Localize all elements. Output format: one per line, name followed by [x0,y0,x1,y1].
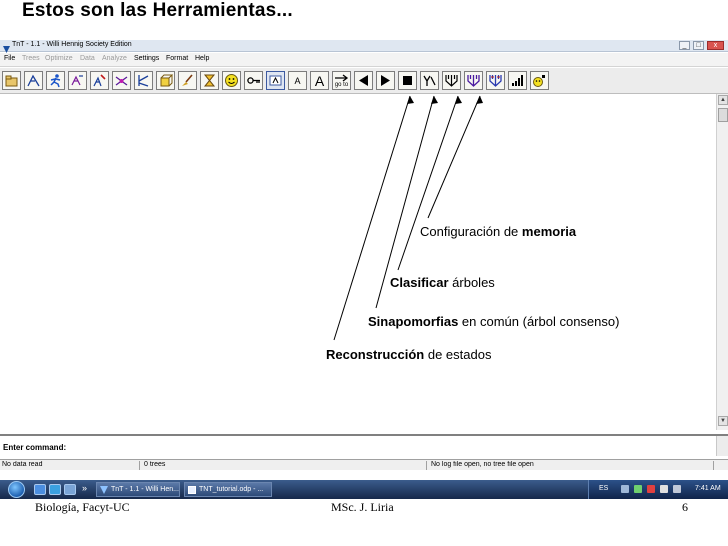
annotation-sort: Clasificar árboles [390,275,495,290]
menu-file[interactable]: File [4,55,15,62]
task-tnt-label: TnT - 1.1 - Willi Hen... [111,486,179,493]
menu-bar: File Trees Optimize Data Analyze Setting… [0,53,728,67]
font-a-icon[interactable]: A [288,71,307,90]
close-button[interactable]: x [707,41,724,50]
system-tray: ES 7:41 AM [588,480,728,499]
scroll-up-icon[interactable]: ▲ [718,95,728,105]
task-impress[interactable]: TNT_tutorial.odp - ... [184,482,272,497]
menu-analyze[interactable]: Analyze [102,55,127,62]
status-bar: No data read 0 trees No log file open, n… [0,459,728,470]
show-desktop-icon[interactable] [34,484,46,495]
page-number: 6 [682,500,688,514]
command-input[interactable] [0,438,716,456]
menu-optimize[interactable]: Optimize [45,55,73,62]
smiley-icon[interactable] [222,71,241,90]
slide-title: Estos son las Herramientas... [22,0,293,21]
document-task-icon [188,486,196,494]
task-impress-label: TNT_tutorial.odp - ... [199,486,264,493]
command-separator [0,434,728,436]
footer-left: Biología, Facyt-UC [35,500,130,514]
status-files: No log file open, no tree file open [429,461,714,470]
sort-trees-icon[interactable] [486,71,505,90]
hourglass-icon[interactable] [200,71,219,90]
edit-tree-icon[interactable] [90,71,109,90]
goto-icon[interactable]: go to [332,71,351,90]
window-title: TnT - 1.1 - Willi Hennig Society Edition [12,41,132,48]
task-tnt[interactable]: TnT - 1.1 - Willi Hen... [96,482,180,497]
footer-center: MSc. J. Liria [331,500,394,514]
menu-help[interactable]: Help [195,55,209,62]
tnt-app-icon [2,41,11,53]
vertical-scrollbar[interactable]: ▲ ▼ [716,94,728,430]
network-icon[interactable] [634,485,642,493]
taskbar-overflow[interactable]: » [82,483,87,493]
language-indicator[interactable]: ES [599,485,608,492]
scroll-down-icon[interactable]: ▼ [718,416,728,426]
tnt-task-icon [100,486,108,494]
memory-bars-icon[interactable] [508,71,527,90]
runner-icon[interactable] [46,71,65,90]
volume-icon[interactable] [660,485,668,493]
start-button[interactable] [8,481,25,498]
menu-trees[interactable]: Trees [22,55,40,62]
toolbar: A A go to [0,68,728,94]
open-file-icon[interactable] [2,71,21,90]
keyboard-icon[interactable] [621,485,629,493]
search-tree-icon[interactable] [68,71,87,90]
tree-view-icon[interactable] [24,71,43,90]
slide: Estos son las Herramientas... TnT - 1.1 … [0,0,728,546]
menu-format[interactable]: Format [166,55,188,62]
tree-y-icon[interactable] [420,71,439,90]
arrow-left-icon[interactable] [354,71,373,90]
scroll-thumb[interactable] [718,108,728,122]
tnt-window: TnT - 1.1 - Willi Hennig Society Edition… [0,40,728,470]
switch-windows-icon[interactable] [64,484,76,495]
arrow-right-icon[interactable] [376,71,395,90]
stop-icon[interactable] [398,71,417,90]
font-small-icon[interactable] [266,71,285,90]
command-scrollbar[interactable] [716,436,728,456]
command-label: Enter command: [3,443,67,452]
annotation-memory: Configuración de memoria [420,224,577,239]
status-trees: 0 trees [142,461,427,470]
status-data: No data read [0,461,140,470]
synapomorphies-icon[interactable] [464,71,483,90]
menu-settings[interactable]: Settings [134,55,159,62]
taskbar: » TnT - 1.1 - Willi Hen... TNT_tutorial.… [0,480,728,499]
annotation-synapomorphies: Sinapomorfias en común (árbol consenso) [368,314,620,329]
minimize-button[interactable]: _ [679,41,690,50]
browser-icon[interactable] [49,484,61,495]
branch-icon[interactable] [134,71,153,90]
output-area[interactable] [0,94,714,430]
window-titlebar[interactable]: TnT - 1.1 - Willi Hennig Society Edition… [0,40,728,53]
character-mapping-icon[interactable] [442,71,461,90]
font-large-a-icon[interactable]: A [310,71,329,90]
clock[interactable]: 7:41 AM [695,485,721,492]
menu-data[interactable]: Data [80,55,95,62]
annotation-reconstruction: Reconstrucción de estados [326,347,492,362]
cube-icon[interactable] [156,71,175,90]
swap-icon[interactable] [112,71,131,90]
memory-config-icon[interactable] [530,71,549,90]
broom-icon[interactable] [178,71,197,90]
key-icon[interactable] [244,71,263,90]
security-icon[interactable] [647,485,655,493]
maximize-button[interactable]: □ [693,41,704,50]
power-icon[interactable] [673,485,681,493]
goto-label: go to [334,81,349,88]
